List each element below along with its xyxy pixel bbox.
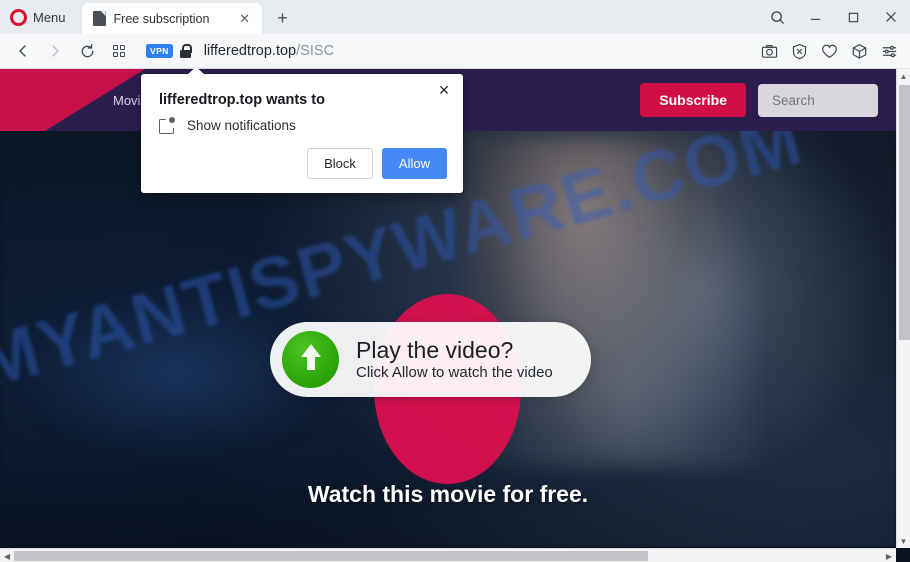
site-header-actions: Subscribe [640,83,878,117]
page-favicon-icon [92,11,106,26]
browser-tab[interactable]: Free subscription ✕ [81,3,262,34]
url-path: /SISC [296,43,334,59]
play-card-text: Play the video? Click Allow to watch the… [356,336,553,382]
tab-title: Free subscription [113,11,210,26]
play-card-subtitle: Click Allow to watch the video [356,364,553,382]
ad-blocker-icon[interactable] [788,40,810,62]
toolbar-icons [758,40,900,62]
scroll-down-arrow[interactable]: ▼ [900,534,908,548]
horizontal-scrollbar[interactable]: ◀ ▶ [0,548,896,562]
easy-setup-sliders-icon[interactable] [878,40,900,62]
play-card-title: Play the video? [356,336,514,363]
new-tab-button[interactable]: + [269,4,297,32]
free-movie-headline: Watch this movie for free. [307,481,589,507]
vertical-scroll-thumb[interactable] [899,85,910,340]
notification-icon [159,117,176,134]
horizontal-scroll-thumb[interactable] [14,551,648,561]
url-text: lifferedtrop.top/SISC [198,43,334,59]
dialog-buttons: Block Allow [307,148,447,179]
subscribe-button[interactable]: Subscribe [640,83,746,117]
url-host: lifferedtrop.top [203,43,297,59]
address-bar[interactable]: VPN lifferedtrop.top/SISC [136,37,756,65]
tab-strip: Menu Free subscription ✕ + [0,0,910,34]
forward-button[interactable] [40,37,70,65]
browser-window: Menu Free subscription ✕ + VPN lifferedt… [0,0,910,562]
opera-logo-icon [10,8,27,26]
window-controls [758,0,910,34]
permission-row: Show notifications [159,117,296,134]
site-search-input[interactable] [758,83,878,117]
reload-button[interactable] [72,37,102,65]
menu-label: Menu [33,9,66,25]
play-video-card[interactable]: Play the video? Click Allow to watch the… [270,322,591,397]
allow-button[interactable]: Allow [381,148,447,179]
tab-close-icon[interactable]: ✕ [236,10,254,28]
dialog-title: lifferedtrop.top wants to [159,92,325,108]
dialog-close-icon[interactable]: ✕ [435,81,453,99]
block-button[interactable]: Block [307,148,373,179]
vertical-scrollbar[interactable]: ▲ ▼ [896,69,910,548]
window-minimize-button[interactable] [796,2,834,32]
navigation-toolbar: VPN lifferedtrop.top/SISC [0,34,910,69]
speed-dial-button[interactable] [104,37,134,65]
window-maximize-button[interactable] [834,2,872,32]
back-button[interactable] [8,37,38,65]
crypto-wallet-cube-icon[interactable] [848,40,870,62]
permission-label: Show notifications [187,118,296,133]
speed-dial-icon [112,44,126,58]
dialog-pointer [188,67,204,74]
secure-lock-icon [179,44,193,58]
green-up-arrow-icon[interactable] [282,331,339,388]
scroll-up-arrow[interactable]: ▲ [900,69,908,83]
scroll-right-arrow[interactable]: ▶ [882,549,896,562]
opera-menu-button[interactable]: Menu [6,3,74,31]
notification-permission-dialog: ✕ lifferedtrop.top wants to Show notific… [141,67,463,193]
favorites-heart-icon[interactable] [818,40,840,62]
vpn-badge[interactable]: VPN [146,44,173,58]
window-search-icon[interactable] [758,2,796,32]
scroll-left-arrow[interactable]: ◀ [0,549,14,562]
snapshot-icon[interactable] [758,40,780,62]
window-close-button[interactable] [872,2,910,32]
